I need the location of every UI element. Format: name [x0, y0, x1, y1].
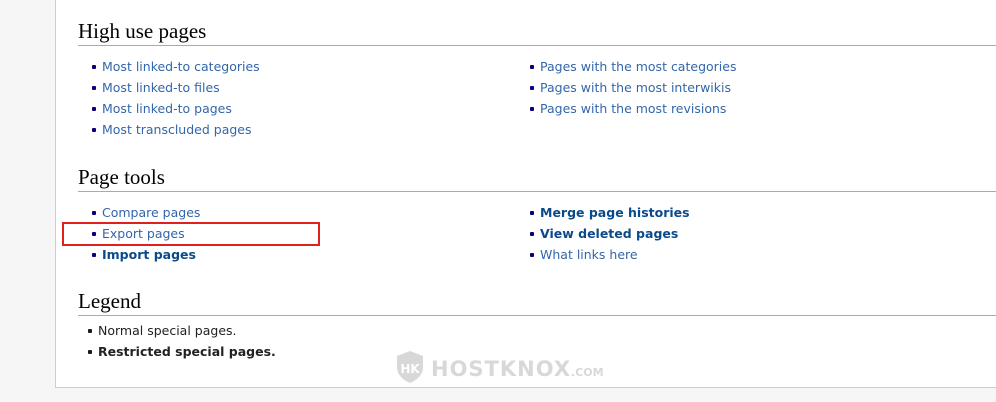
list-item: Compare pages — [78, 202, 200, 223]
link-compare-pages[interactable]: Compare pages — [102, 205, 200, 220]
list-item: Import pages — [78, 244, 200, 265]
shield-icon: HK — [395, 350, 425, 388]
link-most-linked-to-files[interactable]: Most linked-to files — [102, 80, 220, 95]
list-item: What links here — [516, 244, 690, 265]
list-item: View deleted pages — [516, 223, 690, 244]
page-tools-list-right: Merge page histories View deleted pages … — [516, 202, 690, 265]
page-tools-list-left: Compare pages Export pages Import pages — [78, 202, 200, 265]
link-import-pages[interactable]: Import pages — [102, 247, 196, 262]
list-item: Most linked-to files — [78, 77, 260, 98]
section-heading-legend: Legend — [78, 288, 996, 316]
watermark-suffix: .COM — [571, 366, 604, 379]
list-item: Most transcluded pages — [78, 119, 260, 140]
watermark-text: HOSTKNOX.COM — [431, 357, 604, 381]
section-heading-high-use-pages: High use pages — [78, 18, 996, 46]
list-item: Merge page histories — [516, 202, 690, 223]
link-view-deleted-pages[interactable]: View deleted pages — [540, 226, 678, 241]
watermark: HK HOSTKNOX.COM — [395, 350, 604, 388]
list-item: Most linked-to categories — [78, 56, 260, 77]
list-item: Export pages — [78, 223, 200, 244]
legend-item-restricted: Restricted special pages. — [78, 341, 276, 362]
link-what-links-here[interactable]: What links here — [540, 247, 638, 262]
watermark-brand: HOSTKNOX — [431, 357, 572, 381]
list-item: Most linked-to pages — [78, 98, 260, 119]
link-most-linked-to-pages[interactable]: Most linked-to pages — [102, 101, 232, 116]
high-use-pages-list-right: Pages with the most categories Pages wit… — [516, 56, 736, 119]
link-pages-most-revisions[interactable]: Pages with the most revisions — [540, 101, 726, 116]
link-pages-most-categories[interactable]: Pages with the most categories — [540, 59, 736, 74]
link-most-transcluded-pages[interactable]: Most transcluded pages — [102, 122, 252, 137]
link-most-linked-to-categories[interactable]: Most linked-to categories — [102, 59, 260, 74]
legend-item-normal: Normal special pages. — [78, 320, 276, 341]
link-pages-most-interwikis[interactable]: Pages with the most interwikis — [540, 80, 731, 95]
svg-text:HK: HK — [400, 362, 420, 376]
link-merge-page-histories[interactable]: Merge page histories — [540, 205, 690, 220]
content-area: High use pages Most linked-to categories… — [55, 0, 996, 388]
high-use-pages-list-left: Most linked-to categories Most linked-to… — [78, 56, 260, 140]
section-heading-page-tools: Page tools — [78, 164, 996, 192]
list-item: Pages with the most categories — [516, 56, 736, 77]
list-item: Pages with the most interwikis — [516, 77, 736, 98]
link-export-pages[interactable]: Export pages — [102, 226, 185, 241]
legend-list: Normal special pages. Restricted special… — [78, 320, 276, 362]
list-item: Pages with the most revisions — [516, 98, 736, 119]
